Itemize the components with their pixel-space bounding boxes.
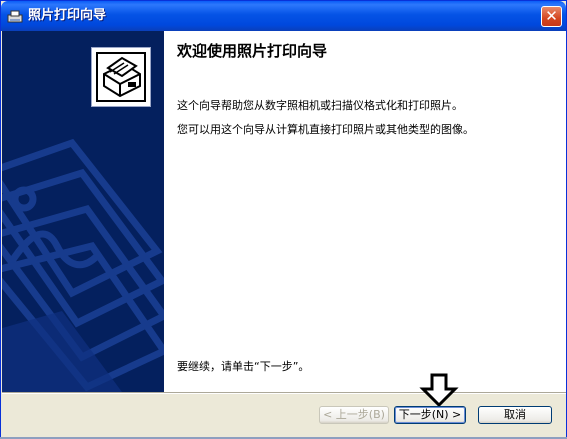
page-title: 欢迎使用照片打印向导 (177, 42, 328, 60)
title-bar[interactable]: 照片打印向导 ✕ (1, 1, 566, 31)
down-arrow-icon (419, 373, 459, 407)
printer-icon (7, 9, 23, 23)
continue-instruction: 要继续，请单击“下一步”。 (177, 360, 310, 373)
close-button[interactable]: ✕ (541, 6, 562, 27)
photo-printer-icon (91, 47, 151, 107)
close-icon: ✕ (545, 7, 558, 25)
wizard-content: 欢迎使用照片打印向导 这个向导帮助您从数字照相机或扫描仪格式化和打印照片。 您可… (164, 31, 566, 392)
window-title: 照片打印向导 (28, 8, 107, 23)
wizard-side-panel (2, 31, 164, 392)
next-button[interactable]: 下一步(N) > (394, 406, 466, 424)
description-line-2: 您可以用这个向导从计算机直接打印照片或其他类型的图像。 (177, 123, 474, 136)
wizard-window: 照片打印向导 ✕ 欢迎使用照片打印向导 这个向导帮助您从数字照相机或扫描仪格式化… (0, 0, 567, 439)
footer-divider (2, 392, 566, 394)
cancel-button[interactable]: 取消 (478, 406, 552, 424)
back-button[interactable]: < 上一步(B) (319, 406, 389, 424)
description-line-1: 这个向导帮助您从数字照相机或扫描仪格式化和打印照片。 (177, 99, 463, 112)
